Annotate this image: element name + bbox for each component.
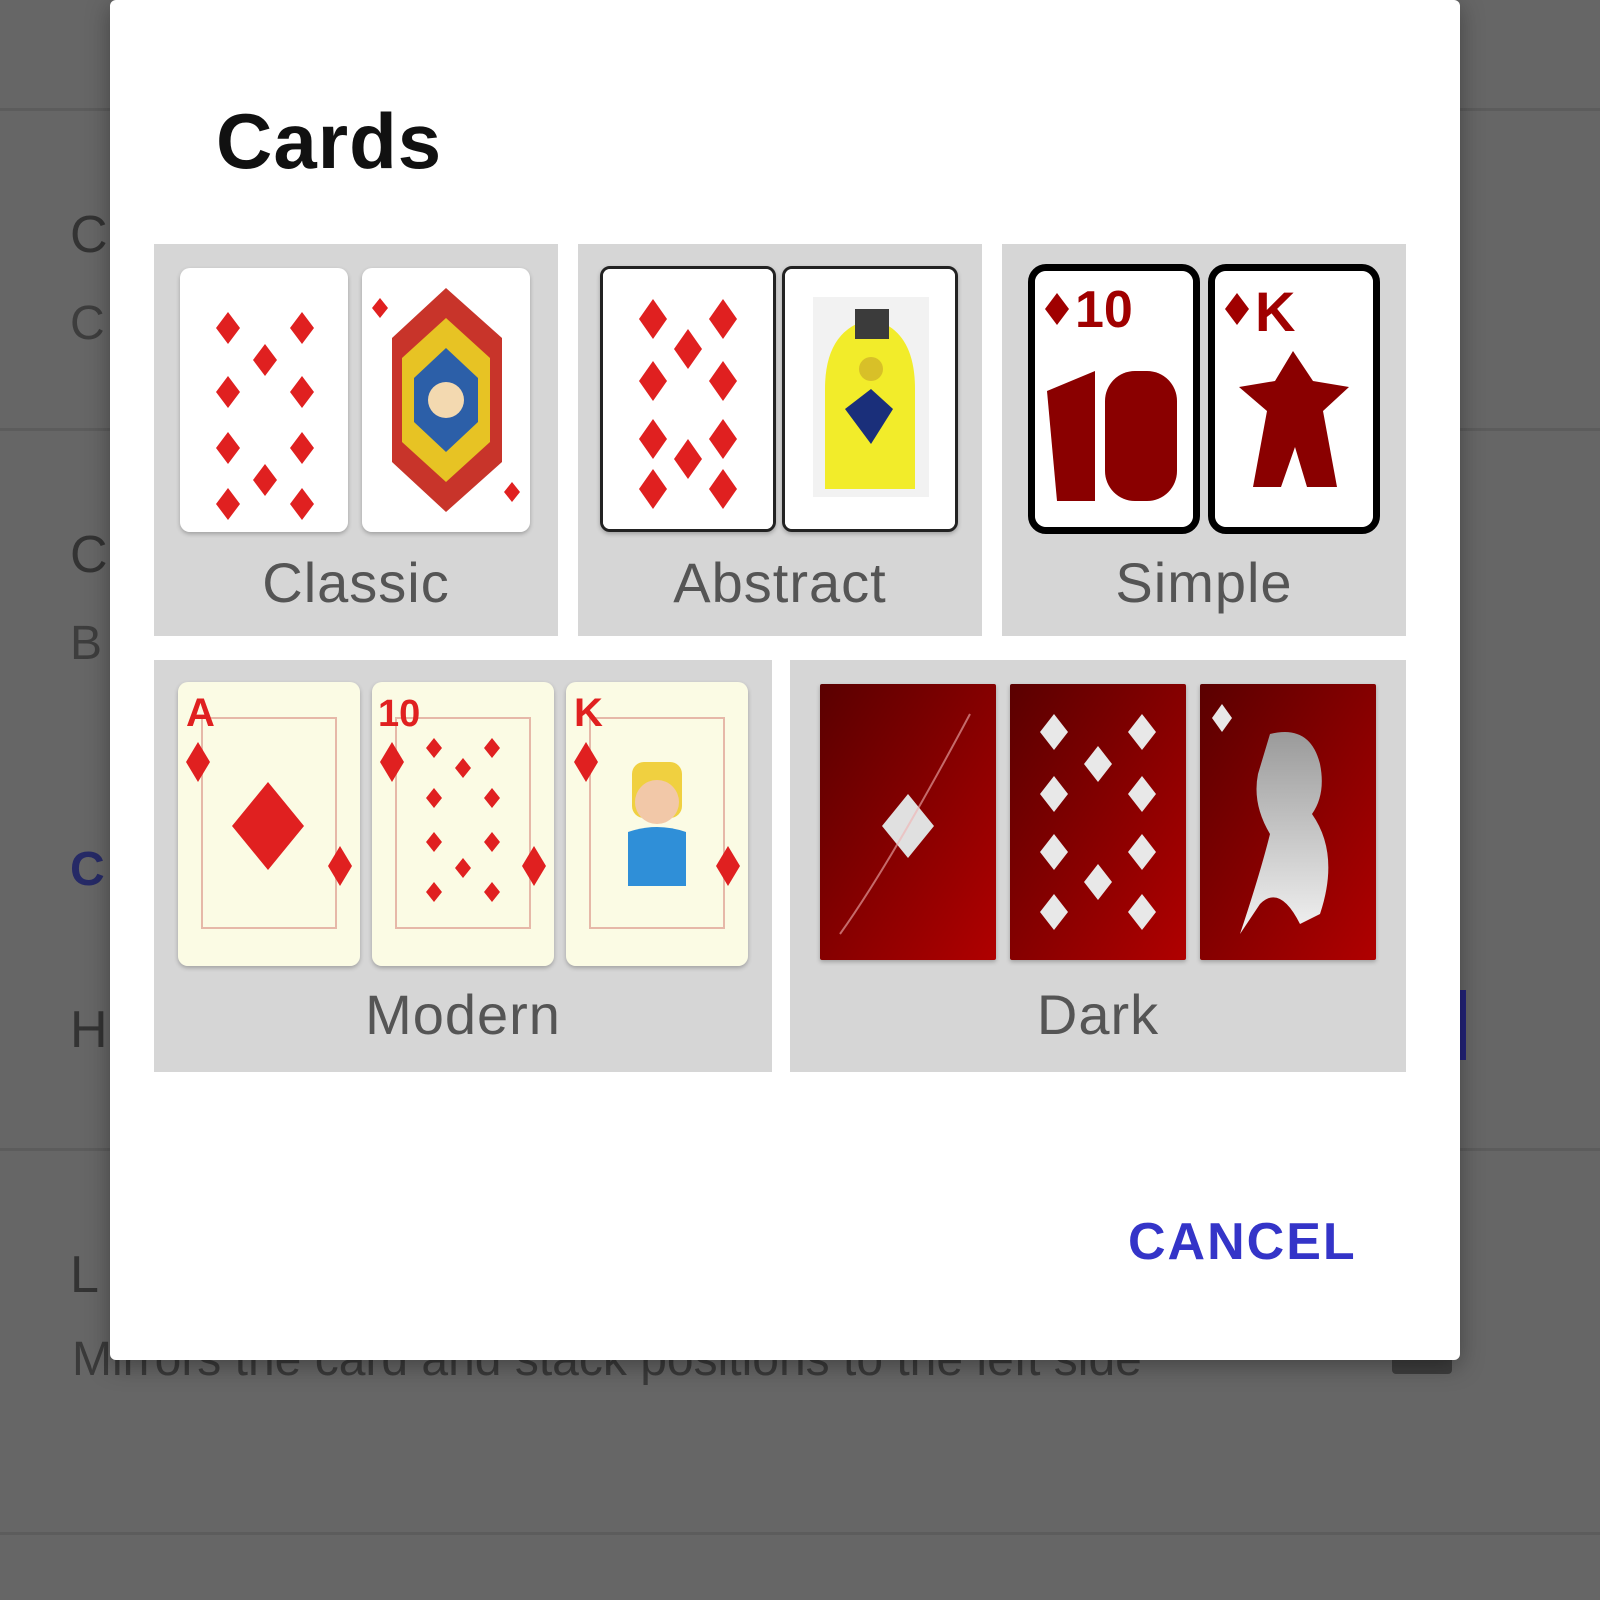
- style-label: Abstract: [673, 551, 887, 614]
- setting-title: L: [70, 1246, 99, 1304]
- ace-of-diamonds-card: [820, 684, 996, 960]
- ten-of-diamonds-card: 10: [1028, 264, 1200, 534]
- style-label: Classic: [262, 551, 450, 614]
- setting-title: C: [70, 206, 108, 264]
- style-label: Simple: [1115, 551, 1293, 614]
- style-option-dark[interactable]: Dark: [790, 660, 1406, 1072]
- style-label: Dark: [1036, 983, 1160, 1046]
- setting-summary: B: [70, 617, 103, 670]
- dialog-title: Cards: [216, 97, 443, 185]
- king-of-diamonds-card: [782, 266, 958, 532]
- section-header: C: [70, 843, 105, 896]
- king-of-diamonds-card: [1200, 684, 1376, 960]
- ten-of-diamonds-card: [600, 266, 776, 532]
- king-of-diamonds-card: K: [566, 682, 748, 966]
- style-option-classic[interactable]: Classic: [154, 244, 558, 636]
- style-option-simple[interactable]: 10 K Simple: [1002, 244, 1406, 636]
- style-option-abstract[interactable]: Abstract: [578, 244, 982, 636]
- style-label: Modern: [365, 983, 561, 1046]
- king-of-diamonds-card: K: [1208, 264, 1380, 534]
- svg-text:A: A: [186, 691, 215, 735]
- setting-title: C: [70, 526, 108, 584]
- svg-text:K: K: [1255, 280, 1295, 343]
- svg-text:K: K: [574, 691, 603, 735]
- king-of-diamonds-card: [362, 268, 530, 532]
- ten-of-diamonds-card: [1010, 684, 1186, 960]
- ace-of-diamonds-card: A: [178, 682, 360, 966]
- ten-of-diamonds-card: 10: [372, 682, 554, 966]
- style-option-modern[interactable]: A 10 K Modern: [154, 660, 772, 1072]
- divider: [0, 1532, 1600, 1535]
- ten-of-diamonds-card: [180, 268, 348, 532]
- cards-dialog: Cards Classic Abstract 10 K Simple A 10 …: [110, 0, 1460, 1360]
- svg-text:10: 10: [1075, 281, 1133, 339]
- cancel-button[interactable]: CANCEL: [1120, 1204, 1365, 1280]
- svg-text:10: 10: [378, 693, 420, 735]
- setting-title: H: [70, 1001, 108, 1059]
- setting-summary: C: [70, 297, 105, 350]
